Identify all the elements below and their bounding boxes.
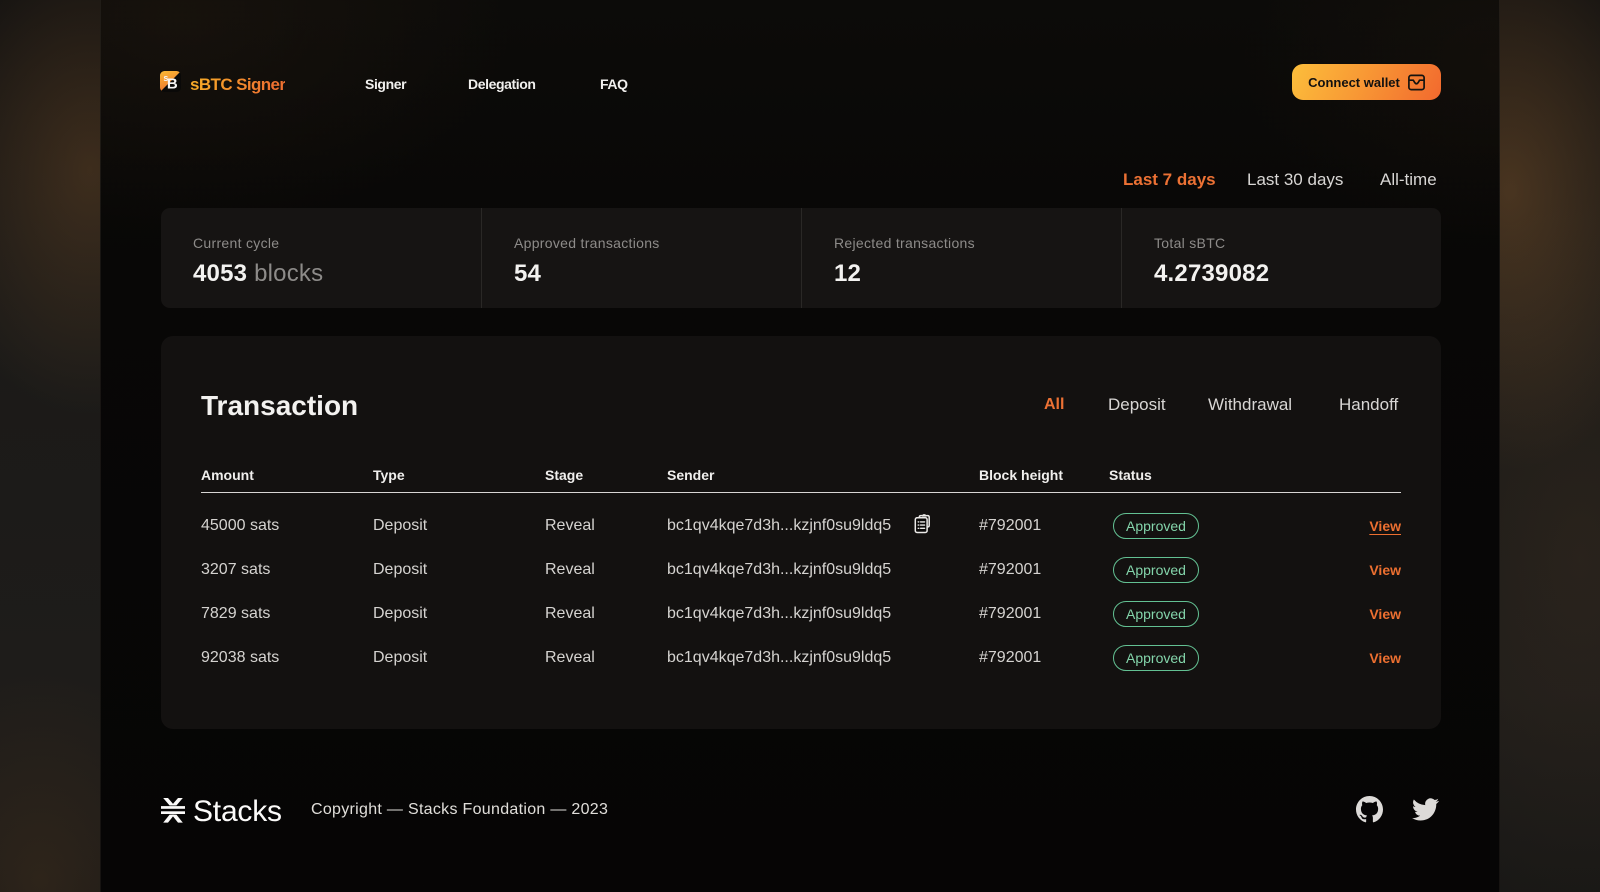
svg-text:B: B bbox=[167, 76, 178, 92]
